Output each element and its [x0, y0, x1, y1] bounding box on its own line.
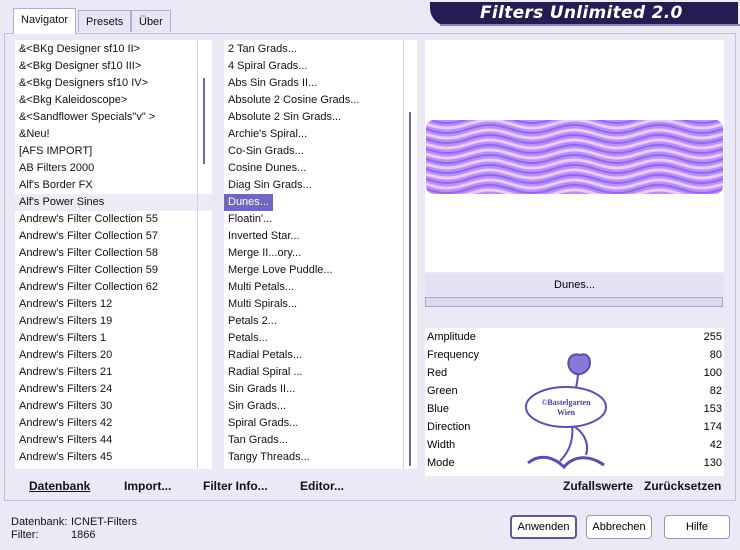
filter-item[interactable]: Radial Petals...	[224, 347, 417, 364]
param-value[interactable]: 42	[710, 436, 722, 454]
category-item[interactable]: Andrew's Filters 42	[15, 415, 212, 432]
param-value[interactable]: 153	[704, 400, 722, 418]
progress-bar	[425, 297, 723, 307]
watermark-line-1: ©Bastelgarten	[541, 398, 591, 407]
status-filter-count: 1866	[71, 529, 96, 541]
filter-item[interactable]: Inverted Star...	[224, 228, 417, 245]
apply-button[interactable]: Anwenden	[510, 515, 577, 539]
filter-scrollbar-thumb[interactable]	[409, 112, 411, 466]
filter-item[interactable]: Tan Grads...	[224, 432, 417, 449]
category-item[interactable]: Andrew's Filters 24	[15, 381, 212, 398]
filter-item[interactable]: Petals...	[224, 330, 417, 347]
filter-item[interactable]: Abs Sin Grads II...	[224, 75, 417, 92]
status-db-label: Datenbank:	[11, 516, 68, 528]
datenbank-button[interactable]: Datenbank	[29, 479, 90, 493]
filter-item[interactable]: Sin Grads II...	[224, 381, 417, 398]
zufallswerte-button[interactable]: Zufallswerte	[563, 479, 633, 493]
category-item[interactable]: Andrew's Filters 12	[15, 296, 212, 313]
category-scrollbar-track[interactable]	[197, 40, 198, 469]
param-row[interactable]: Amplitude 255	[425, 328, 724, 346]
status-filter-label: Filter:	[11, 529, 39, 541]
category-item[interactable]: Andrew's Filters 44	[15, 432, 212, 449]
category-item[interactable]: Andrew's Filter Collection 58	[15, 245, 212, 262]
param-label: Frequency	[427, 349, 479, 361]
param-value[interactable]: 100	[704, 364, 722, 382]
category-item[interactable]: &<Bkg Designer sf10 III>	[15, 58, 212, 75]
filter-item[interactable]: Floatin'...	[224, 211, 417, 228]
help-button[interactable]: Hilfe	[664, 515, 730, 539]
param-label: Red	[427, 367, 448, 379]
category-item[interactable]: Andrew's Filters 21	[15, 364, 212, 381]
param-label: Green	[427, 385, 458, 397]
category-item[interactable]: Andrew's Filters 20	[15, 347, 212, 364]
category-item[interactable]: Alf's Border FX	[15, 177, 212, 194]
filter-item[interactable]: Absolute 2 Cosine Grads...	[224, 92, 417, 109]
filter-item[interactable]: Merge Love Puddle...	[224, 262, 417, 279]
param-value[interactable]: 255	[704, 328, 722, 346]
category-item[interactable]: Andrew's Filters 45	[15, 449, 212, 466]
category-item[interactable]: [AFS IMPORT]	[15, 143, 212, 160]
filter-item[interactable]: Merge II...ory...	[224, 245, 417, 262]
category-item[interactable]: Alf's Power Sines	[15, 194, 212, 211]
param-label: Amplitude	[427, 331, 476, 343]
tab-navigator[interactable]: Navigator	[13, 8, 77, 34]
zuruecksetzen-button[interactable]: Zurücksetzen	[644, 479, 721, 493]
bastelgarten-watermark: ©Bastelgarten Wien	[525, 353, 607, 470]
category-item[interactable]: &<Bkg Designers sf10 IV>	[15, 75, 212, 92]
category-item[interactable]: Andrew's Filter Collection 59	[15, 262, 212, 279]
filter-item[interactable]: Petals 2...	[224, 313, 417, 330]
category-item[interactable]: AB Filters 2000	[15, 160, 212, 177]
filter-item[interactable]: Spiral Grads...	[224, 415, 417, 432]
tab-presets[interactable]: Presets	[78, 10, 132, 32]
param-label: Direction	[427, 421, 471, 433]
category-item[interactable]: Andrew's Filters 1	[15, 330, 212, 347]
category-item[interactable]: Andrew's Filter Collection 55	[15, 211, 212, 228]
filter-item[interactable]: Multi Spirals...	[224, 296, 417, 313]
editor-button[interactable]: Editor...	[300, 479, 344, 493]
filter-item[interactable]: Diag Sin Grads...	[224, 177, 417, 194]
filter-item[interactable]: 2 Tan Grads...	[224, 41, 417, 58]
filter-item[interactable]: Co-Sin Grads...	[224, 143, 417, 160]
status-db-value: ICNET-Filters	[71, 516, 137, 528]
category-item[interactable]: Andrew's Filter Collection 62	[15, 279, 212, 296]
category-item[interactable]: &<BKg Designer sf10 II>	[15, 41, 212, 58]
filter-item[interactable]: Tangy Threads...	[224, 449, 417, 466]
filter-item[interactable]: Cosine Dunes...	[224, 160, 417, 177]
preview-image	[426, 120, 723, 194]
cancel-button[interactable]: Abbrechen	[586, 515, 652, 539]
param-value[interactable]: 80	[710, 346, 722, 364]
category-item[interactable]: &Neu!	[15, 126, 212, 143]
filter-scrollbar-track[interactable]	[403, 40, 404, 469]
filter-item[interactable]: Multi Petals...	[224, 279, 417, 296]
filter-item[interactable]: Absolute 2 Sin Grads...	[224, 109, 417, 126]
tab-ueber[interactable]: Über	[131, 10, 171, 32]
filter-item[interactable]: 4 Spiral Grads...	[224, 58, 417, 75]
watermark-line-2: Wien	[557, 408, 576, 417]
filter-item[interactable]: Dunes...	[224, 193, 274, 212]
param-label: Width	[427, 439, 456, 451]
param-label: Blue	[427, 403, 450, 415]
title-banner-underline	[440, 24, 740, 26]
app-title: Filters Unlimited 2.0	[480, 3, 683, 23]
category-item[interactable]: Andrew's Filters 51	[15, 466, 212, 469]
filter-info-button[interactable]: Filter Info...	[203, 479, 268, 493]
preview-filter-name: Dunes...	[425, 274, 724, 296]
param-value[interactable]: 82	[710, 382, 722, 400]
param-label: Mode	[427, 457, 455, 469]
category-item[interactable]: &<Bkg Kaleidoscope>	[15, 92, 212, 109]
category-scrollbar-thumb[interactable]	[203, 78, 205, 164]
category-item[interactable]: Andrew's Filters 19	[15, 313, 212, 330]
import-button[interactable]: Import...	[124, 479, 171, 493]
category-list[interactable]: &<BKg Designer sf10 II> &<Bkg Designer sf…	[15, 40, 212, 469]
filter-list[interactable]: 2 Tan Grads... 4 Spiral Grads... Abs Sin G…	[224, 40, 417, 469]
category-item[interactable]: &<Sandflower Specials"v" >	[15, 109, 212, 126]
filter-item[interactable]: Archie's Spiral...	[224, 126, 417, 143]
category-item[interactable]: Andrew's Filters 30	[15, 398, 212, 415]
filter-item[interactable]: Sin Grads...	[224, 398, 417, 415]
param-value[interactable]: 130	[704, 454, 722, 472]
param-value[interactable]: 174	[704, 418, 722, 436]
filter-item[interactable]: Radial Spiral ...	[224, 364, 417, 381]
category-item[interactable]: Andrew's Filter Collection 57	[15, 228, 212, 245]
